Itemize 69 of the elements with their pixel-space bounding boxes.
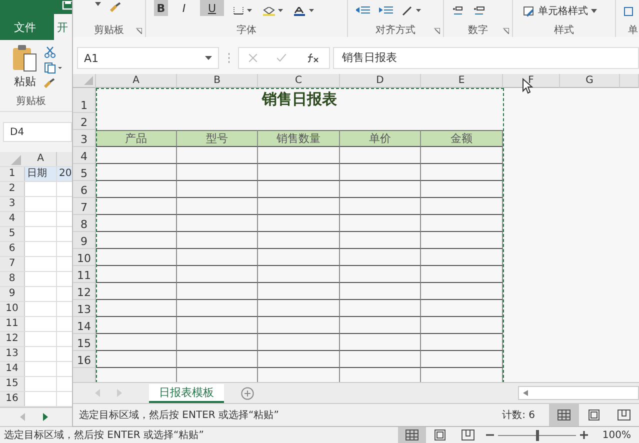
row-header[interactable]: 11 <box>0 317 25 331</box>
row-header[interactable]: 13 <box>73 300 96 317</box>
column-header[interactable]: F <box>503 74 560 88</box>
row-header[interactable]: 14 <box>0 362 25 376</box>
row-header[interactable]: 15 <box>0 377 25 391</box>
row-header[interactable]: 9 <box>73 232 96 249</box>
row-header[interactable]: 8 <box>73 215 96 232</box>
column-heading: 销售数量 <box>258 130 340 147</box>
font-style-button[interactable]: U <box>200 0 224 16</box>
row-header[interactable]: 7 <box>0 257 25 271</box>
row-header[interactable]: 13 <box>0 347 25 361</box>
column-header[interactable]: C <box>258 74 340 88</box>
group-label: 对齐方式 <box>376 24 416 36</box>
column-header[interactable]: D <box>340 74 421 88</box>
column-header[interactable]: E <box>421 74 503 88</box>
row-header[interactable]: 6 <box>0 242 25 256</box>
row-header[interactable]: 4 <box>0 212 25 226</box>
column-header[interactable]: G <box>560 74 620 88</box>
row-header[interactable]: 11 <box>73 266 96 283</box>
sheet-title: 销售日报表 <box>260 89 338 110</box>
row-header[interactable]: 1 <box>0 167 25 181</box>
column-heading: 单价 <box>340 130 421 147</box>
font-style-button[interactable]: I <box>177 0 191 16</box>
group-label: 剪贴板 <box>94 24 124 37</box>
row-header[interactable]: 5 <box>0 227 25 241</box>
row-header[interactable]: 10 <box>0 302 25 316</box>
ribbon-tab[interactable]: 文件 <box>0 14 50 40</box>
font-style-button[interactable]: B <box>154 0 168 16</box>
column-heading: 型号 <box>177 130 258 147</box>
row-header[interactable]: 2 <box>0 182 25 196</box>
column-header[interactable]: B <box>177 74 258 88</box>
row-header[interactable]: 2 <box>73 113 96 130</box>
column-heading: 金额 <box>421 130 503 147</box>
column-heading: 产品 <box>96 130 177 147</box>
row-header[interactable]: 16 <box>73 351 96 368</box>
column-header[interactable]: A <box>96 74 177 88</box>
cell-styles-button[interactable]: 单元格样式 <box>523 4 597 18</box>
row-header[interactable]: 15 <box>73 334 96 351</box>
zoom-level[interactable]: 100% <box>602 430 631 440</box>
row-header[interactable]: 14 <box>73 317 96 334</box>
row-header[interactable]: 12 <box>73 283 96 300</box>
row-header[interactable]: 12 <box>0 332 25 346</box>
column-header[interactable]: A <box>25 152 57 166</box>
row-header[interactable]: 10 <box>73 249 96 266</box>
name-box[interactable]: A1 <box>77 47 219 69</box>
row-header[interactable]: 7 <box>73 198 96 215</box>
row-header[interactable]: 6 <box>73 181 96 198</box>
group-label: 剪贴板 <box>16 94 46 108</box>
formula-field[interactable]: 销售日报表 <box>333 47 639 69</box>
row-header[interactable]: 5 <box>73 164 96 181</box>
ribbon-tab[interactable]: 开 <box>54 14 72 40</box>
count-summary: 计数: 6 <box>502 408 535 422</box>
status-text: 选定目标区域，然后按 ENTER 或选择“粘贴” <box>79 408 279 422</box>
row-header[interactable]: 3 <box>73 130 96 147</box>
sheet-tab[interactable]: 日报表模板 <box>149 384 224 402</box>
group-label: 数字 <box>468 24 488 36</box>
group-label: 字体 <box>236 24 256 36</box>
row-header[interactable]: 16 <box>0 392 25 406</box>
name-box[interactable]: D4 <box>3 122 72 142</box>
row-header[interactable]: 8 <box>0 272 25 286</box>
row-header[interactable]: 1 <box>73 88 96 113</box>
group-label: 样式 <box>554 24 574 36</box>
table-cell: 日期 <box>25 167 57 181</box>
row-header[interactable]: 3 <box>0 197 25 211</box>
row-header[interactable]: 9 <box>0 287 25 301</box>
group-label: 单 <box>628 24 638 36</box>
status-text: 选定目标区域，然后按 ENTER 或选择“粘贴” <box>4 428 204 442</box>
row-header[interactable]: 4 <box>73 147 96 164</box>
paste-label: 粘贴 <box>14 74 36 89</box>
